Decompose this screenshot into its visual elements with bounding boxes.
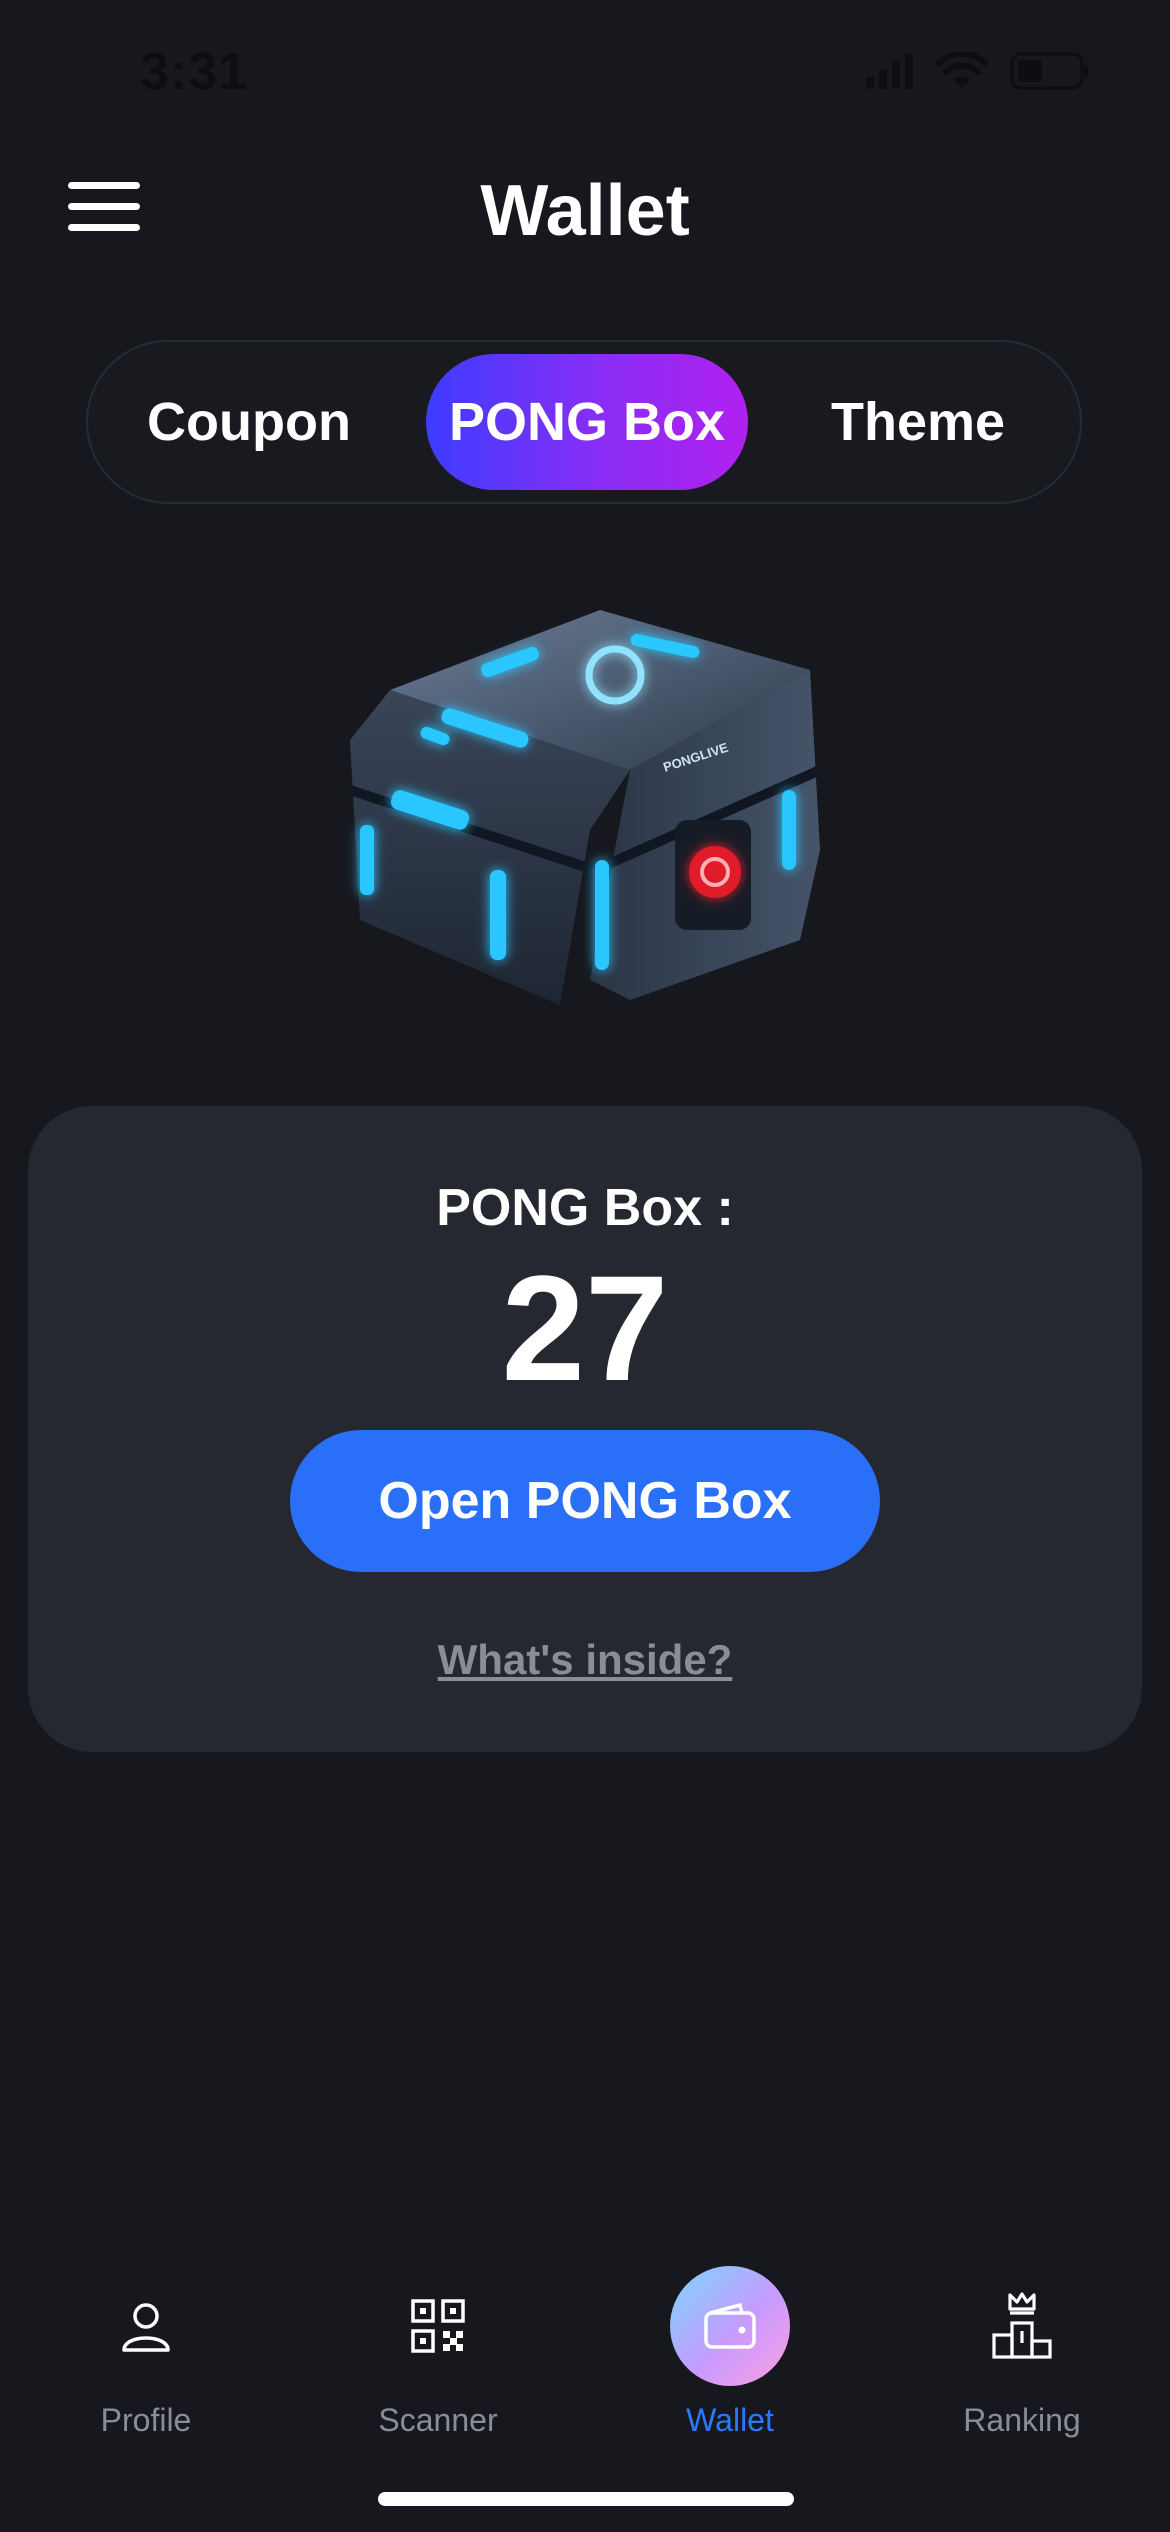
wifi-icon: [936, 52, 988, 88]
nav-label-scanner: Scanner: [378, 2402, 498, 2438]
nav-item-ranking[interactable]: Ranking: [876, 2250, 1168, 2450]
status-time: 3:31: [140, 43, 249, 101]
podium-crown-icon: [962, 2266, 1082, 2386]
nav-item-profile[interactable]: Profile: [0, 2250, 292, 2450]
person-icon: [86, 2266, 206, 2386]
nav-item-scanner[interactable]: Scanner: [292, 2250, 584, 2450]
nav-label-wallet: Wallet: [686, 2402, 774, 2438]
qr-code-icon: [378, 2266, 498, 2386]
bottom-nav: Profile Scanner Wallet Ranking: [0, 2250, 1170, 2450]
page-title: Wallet: [480, 171, 690, 251]
status-icons: [866, 52, 1090, 90]
nav-label-profile: Profile: [100, 2402, 192, 2438]
box-count-label: PONG Box :: [436, 1179, 734, 1237]
status-bar: 3:31: [0, 0, 1170, 150]
battery-icon: [1010, 52, 1088, 90]
tab-pong-box[interactable]: PONG Box: [426, 354, 748, 490]
nav-label-ranking: Ranking: [963, 2402, 1081, 2438]
wallet-icon: [670, 2266, 790, 2386]
pong-box-card: PONG Box : 27 Open PONG Box What's insid…: [28, 1106, 1142, 1752]
home-indicator: [378, 2492, 794, 2506]
pong-box-image: PONGLIVE: [330, 600, 840, 1020]
wallet-tabs: Coupon PONG Box Theme: [86, 340, 1082, 504]
nav-item-wallet[interactable]: Wallet: [584, 2250, 876, 2450]
app-header: Wallet: [0, 160, 1170, 260]
whats-inside-link[interactable]: What's inside?: [28, 1636, 1142, 1684]
tab-theme[interactable]: Theme: [798, 354, 1038, 490]
open-pong-box-button[interactable]: Open PONG Box: [290, 1430, 880, 1572]
tab-coupon[interactable]: Coupon: [144, 354, 354, 490]
cellular-signal-icon: [866, 53, 913, 89]
box-count-value: 27: [501, 1244, 669, 1412]
